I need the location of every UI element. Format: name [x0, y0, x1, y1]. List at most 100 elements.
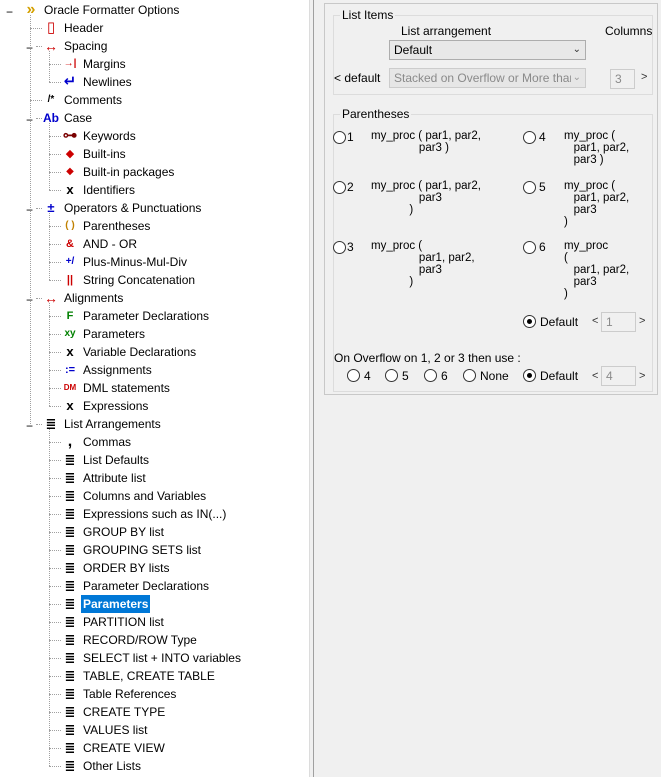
tree-item[interactable]: ≣ Columns and Variables: [61, 487, 208, 505]
tree-item-label: Assignments: [83, 363, 152, 377]
parentheses-title: Parentheses: [340, 107, 412, 121]
tree-item[interactable]: ≣ CREATE TYPE: [61, 703, 167, 721]
tree-item[interactable]: := Assignments: [61, 361, 154, 379]
tree-item[interactable]: ▯ Header: [42, 19, 105, 37]
tree-item[interactable]: ( ) Parentheses: [61, 217, 152, 235]
tree-item[interactable]: F Parameter Declarations: [61, 307, 211, 325]
parentheses-default-radio[interactable]: [523, 315, 536, 328]
comment-icon: /*: [47, 94, 55, 105]
collapse-toggle-icon[interactable]: −: [6, 5, 13, 19]
parentheses-option-5-radio[interactable]: [523, 181, 536, 194]
tree-item-label: Expressions such as IN(...): [83, 507, 227, 521]
tree-item-label: Variable Declarations: [83, 345, 197, 359]
parentheses-option-2-radio[interactable]: [333, 181, 346, 194]
tree-item[interactable]: ↵ Newlines: [61, 73, 134, 91]
overflow-option-radio[interactable]: [385, 369, 398, 382]
parentheses-default-input[interactable]: 1: [601, 312, 636, 332]
tree-item-label: Comments: [64, 93, 123, 107]
tree-item[interactable]: , Commas: [61, 433, 133, 451]
tree-item[interactable]: ≣ RECORD/ROW Type: [61, 631, 199, 649]
options-tree[interactable]: » Oracle Formatter Options − ▯ Header ↔ Spacin…: [0, 0, 309, 777]
tree-connector: [49, 388, 61, 389]
overflow-option-radio[interactable]: [463, 369, 476, 382]
default-link[interactable]: < default: [334, 71, 380, 85]
tree-connector: [49, 136, 61, 137]
overflow-prev-button[interactable]: <: [592, 370, 598, 382]
tree-item[interactable]: ≣ List Arrangements: [42, 415, 163, 433]
tree-item[interactable]: DM DML statements: [61, 379, 172, 397]
tree-item-label: Commas: [83, 435, 132, 449]
overflow-next-button[interactable]: >: [639, 370, 645, 382]
tree-item-label: SELECT list + INTO variables: [83, 651, 241, 665]
columns-next-button[interactable]: >: [641, 71, 647, 83]
tree-item[interactable]: +/ Plus-Minus-Mul-Div: [61, 253, 189, 271]
tree-connector: [36, 118, 42, 119]
tree-item[interactable]: ≣ ORDER BY lists: [61, 559, 171, 577]
tree-connector: [49, 514, 61, 515]
list-items-title: List Items: [340, 8, 396, 22]
tree-item-label: Expressions: [83, 399, 149, 413]
tree-item-label: Case: [64, 111, 93, 125]
tree-item[interactable]: →| Margins: [61, 55, 128, 73]
list-icon: ≣: [64, 632, 76, 647]
parentheses-option-number: 2: [347, 180, 354, 194]
tree-item[interactable]: ≣ VALUES list: [61, 721, 149, 739]
tree-item[interactable]: ≣ GROUPING SETS list: [61, 541, 203, 559]
stacked-select[interactable]: Stacked on Overflow or More than ... ⌄: [389, 68, 586, 88]
parentheses-prev-button[interactable]: <: [592, 315, 598, 327]
chevron-down-icon: ⌄: [570, 69, 581, 87]
tree-item[interactable]: ◆ Built-ins: [61, 145, 128, 163]
tree-item[interactable]: ≣ Expressions such as IN(...): [61, 505, 228, 523]
overflow-default-input[interactable]: 4: [601, 366, 636, 386]
parentheses-next-button[interactable]: >: [639, 315, 645, 327]
tree-item[interactable]: x Variable Declarations: [61, 343, 198, 361]
parentheses-option-1-radio[interactable]: [333, 131, 346, 144]
tree-item-label: Identifiers: [83, 183, 136, 197]
tree-connector: [49, 123, 50, 190]
tree-item-label: GROUPING SETS list: [83, 543, 202, 557]
tree-connector: [49, 226, 61, 227]
tree-item[interactable]: x Expressions: [61, 397, 150, 415]
tree-connector: [49, 730, 61, 731]
tree-item[interactable]: ≣ Attribute list: [61, 469, 148, 487]
tree-item[interactable]: ≣ CREATE VIEW: [61, 739, 167, 757]
tree-item[interactable]: /* Comments: [42, 91, 124, 109]
tree-item[interactable]: ↔ Spacing: [42, 37, 109, 55]
tree-item[interactable]: ≣ List Defaults: [61, 451, 151, 469]
parentheses-option-4-radio[interactable]: [523, 131, 536, 144]
tree-item[interactable]: ≣ SELECT list + INTO variables: [61, 649, 243, 667]
tree-item[interactable]: ≣ Parameter Declarations: [61, 577, 211, 595]
tree-item[interactable]: ≣ Parameters: [61, 595, 151, 613]
list-arrangement-select[interactable]: Default ⌄: [389, 40, 586, 60]
overflow-option-label: 5: [402, 369, 409, 383]
list-icon: ≣: [64, 704, 76, 719]
list-icon: ≣: [64, 758, 76, 773]
tree-item[interactable]: ≣ Table References: [61, 685, 178, 703]
overflow-option-radio[interactable]: [523, 369, 536, 382]
tree-item[interactable]: ≣ TABLE, CREATE TABLE: [61, 667, 217, 685]
return-arrow-icon: ↵: [63, 73, 77, 90]
tree-item[interactable]: ≣ PARTITION list: [61, 613, 166, 631]
tree-item[interactable]: & AND - OR: [61, 235, 139, 253]
tree-item[interactable]: ⊶ Keywords: [61, 127, 138, 145]
tree-item[interactable]: x Identifiers: [61, 181, 137, 199]
tree-connector: [49, 64, 61, 65]
parentheses-option-3-radio[interactable]: [333, 241, 346, 254]
tree-connector: [30, 15, 31, 424]
tree-item[interactable]: ± Operators & Punctuations: [42, 199, 203, 217]
columns-input[interactable]: 3: [610, 69, 635, 89]
tree-item[interactable]: ≣ GROUP BY list: [61, 523, 166, 541]
overflow-option-radio[interactable]: [424, 369, 437, 382]
overflow-option-radio[interactable]: [347, 369, 360, 382]
tree-item[interactable]: ↔ Alignments: [42, 289, 125, 307]
tree-item[interactable]: ◆ Built-in packages: [61, 163, 176, 181]
tree-item[interactable]: xy Parameters: [61, 325, 147, 343]
list-icon: ≣: [64, 452, 76, 467]
overflow-option-label: Default: [540, 369, 579, 383]
tree-connector: [49, 190, 61, 191]
tree-item-label: Operators & Punctuations: [64, 201, 202, 215]
tree-item[interactable]: ≣ Other Lists: [61, 757, 143, 775]
tree-item[interactable]: || String Concatenation: [61, 271, 197, 289]
parentheses-option-6-radio[interactable]: [523, 241, 536, 254]
tree-item[interactable]: » Oracle Formatter Options: [22, 1, 181, 19]
